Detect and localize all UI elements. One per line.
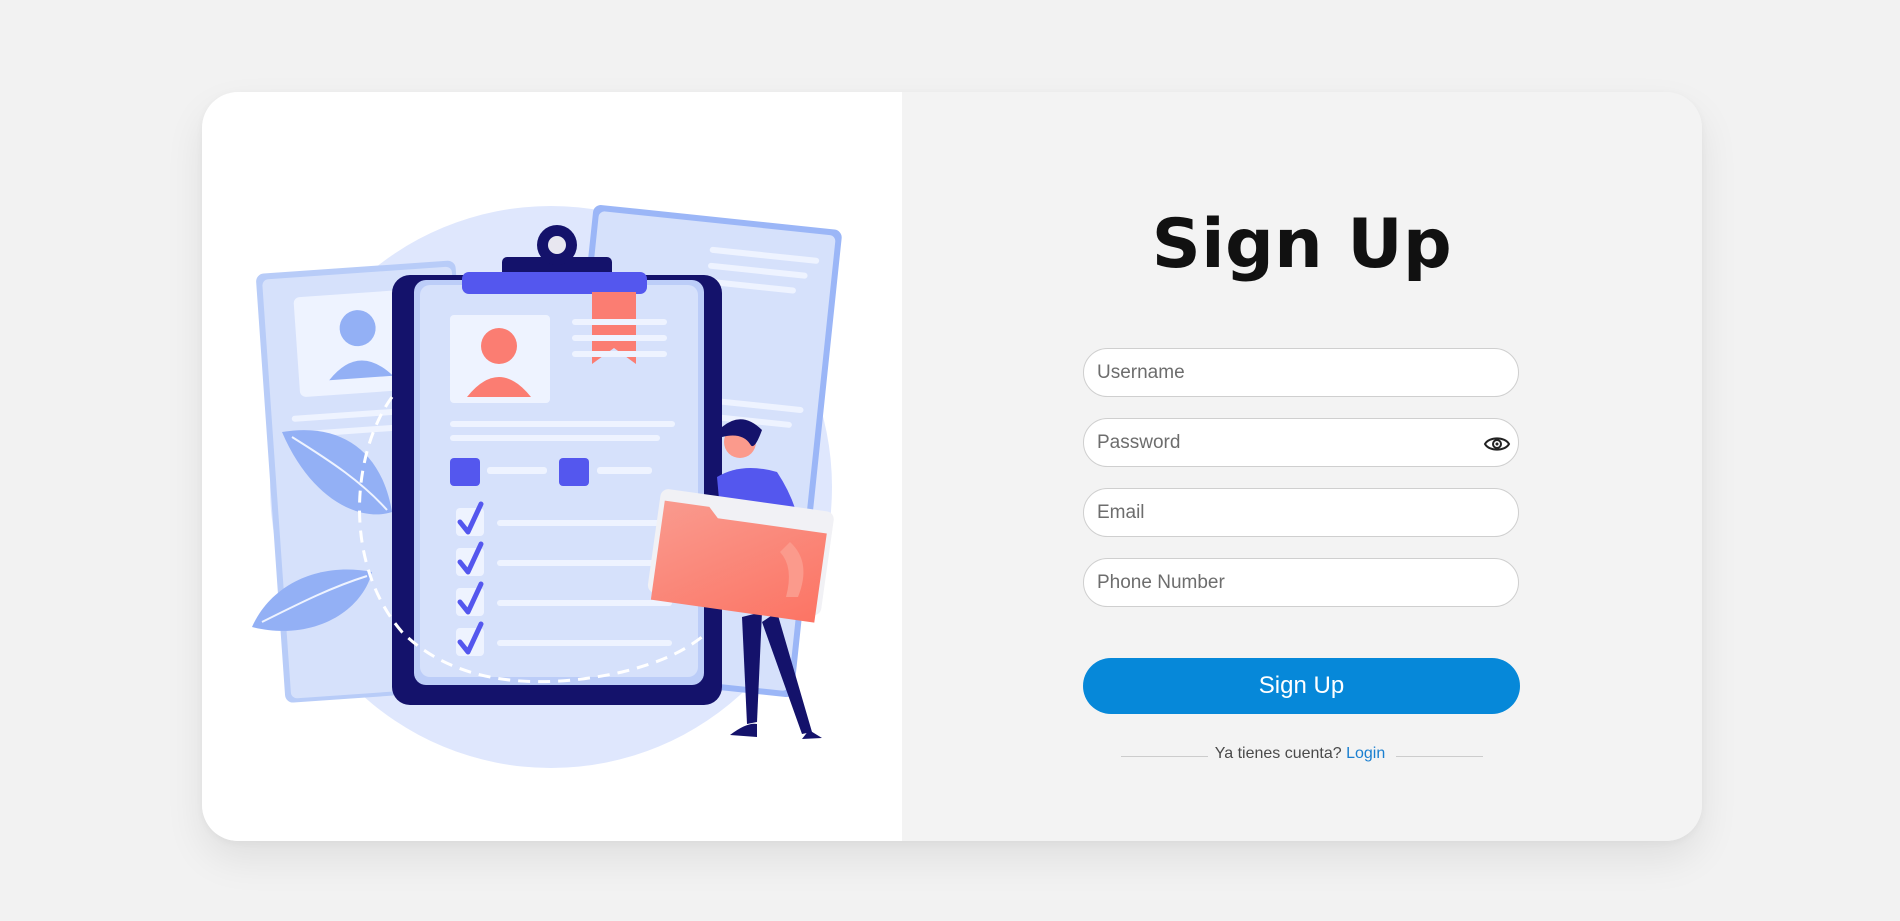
login-prompt-row: Ya tienes cuenta? Login (1210, 745, 1390, 763)
username-input[interactable] (1083, 348, 1519, 397)
page-title: Sign Up (1151, 205, 1453, 284)
login-prompt-text: Ya tienes cuenta? (1214, 745, 1342, 762)
illustration-panel (202, 92, 902, 841)
password-input[interactable] (1083, 418, 1519, 467)
login-link[interactable]: Login (1346, 745, 1385, 762)
email-input[interactable] (1083, 488, 1519, 537)
divider-left (1121, 756, 1208, 757)
phone-number-input[interactable] (1083, 558, 1519, 607)
sign-up-button[interactable]: Sign Up (1083, 658, 1520, 714)
divider-right (1396, 756, 1483, 757)
eye-icon[interactable] (1483, 431, 1511, 457)
resume-clipboard-illustration (252, 205, 842, 768)
